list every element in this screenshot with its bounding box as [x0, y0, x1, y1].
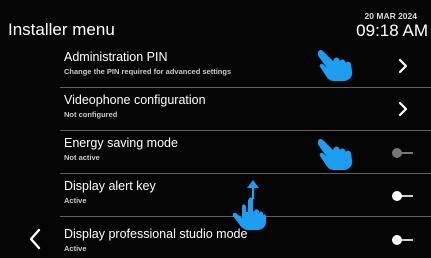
header: Installer menu 20 MAR 2024 09:18 AM — [0, 0, 431, 44]
hand-swipe-up-icon — [232, 180, 266, 230]
professional-studio-mode-toggle[interactable] — [389, 233, 413, 247]
row-divider — [60, 87, 431, 88]
menu-item-subtitle: Active — [64, 244, 87, 253]
clock-time: 09:18 AM — [356, 21, 428, 40]
chevron-left-icon — [29, 228, 41, 250]
menu-item-label: Display professional studio mode — [64, 227, 248, 241]
menu-item-administration-pin[interactable]: Administration PIN Change the PIN requir… — [60, 46, 431, 88]
chevron-right-icon[interactable] — [397, 101, 409, 117]
chevron-right-icon[interactable] — [397, 58, 409, 74]
menu-item-subtitle: Active — [64, 196, 87, 205]
row-divider — [60, 173, 431, 174]
energy-saving-toggle[interactable] — [389, 146, 413, 160]
installer-menu-screen: Installer menu 20 MAR 2024 09:18 AM Admi… — [0, 0, 431, 258]
menu-item-subtitle: Not active — [64, 153, 100, 162]
menu-item-subtitle: Change the PIN required for advanced set… — [64, 67, 232, 76]
menu-item-subtitle: Not configured — [64, 110, 118, 119]
page-title: Installer menu — [8, 20, 115, 39]
hand-pointer-icon — [318, 138, 353, 170]
menu-item-label: Energy saving mode — [64, 136, 178, 150]
date-label: 20 MAR 2024 — [364, 11, 417, 21]
menu-item-label: Administration PIN — [64, 50, 168, 64]
menu-item-label: Videophone configuration — [64, 93, 206, 107]
menu-item-label: Display alert key — [64, 179, 156, 193]
back-button[interactable] — [28, 228, 42, 250]
toggle-knob — [392, 235, 402, 245]
hand-pointer-icon — [318, 49, 353, 81]
toggle-knob — [392, 148, 402, 158]
toggle-knob — [392, 191, 402, 201]
menu-item-energy-saving-mode[interactable]: Energy saving mode Not active — [60, 132, 431, 174]
display-alert-key-toggle[interactable] — [389, 189, 413, 203]
row-divider — [60, 130, 431, 131]
menu-item-videophone-configuration[interactable]: Videophone configuration Not configured — [60, 89, 431, 131]
